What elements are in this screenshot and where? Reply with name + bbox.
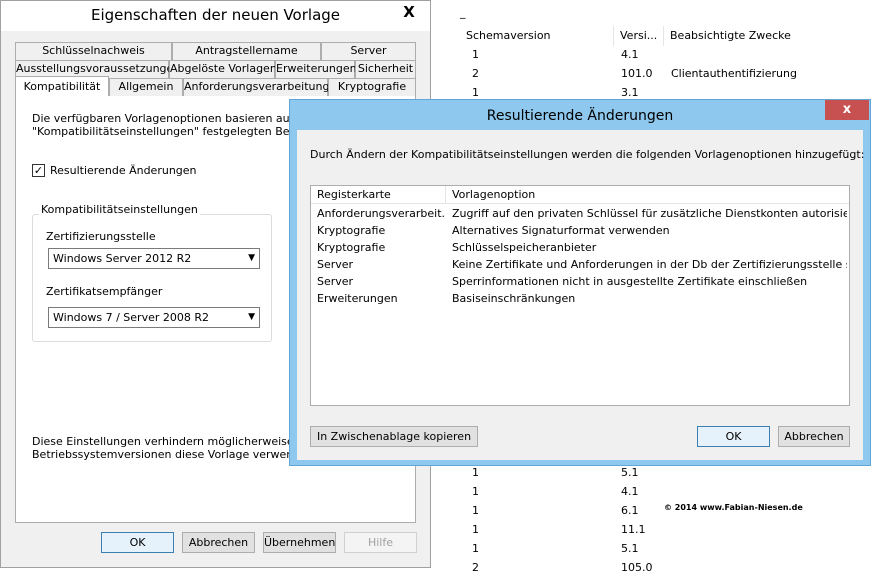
column-header-schema[interactable]: Schemaversion [460,26,614,46]
ok-button[interactable]: OK [101,532,174,553]
recipient-label: Zertifikatsempfänger [46,285,163,298]
tab-server[interactable]: Server [321,42,416,60]
list-row[interactable]: 1 5.1 [432,539,873,558]
item-tab: Erweiterungen [317,292,398,305]
list-item[interactable]: Kryptografie Alternatives Signaturformat… [311,222,849,239]
resulting-changes-dialog: Resultierende Änderungen x Durch Ändern … [289,99,871,466]
ca-select[interactable]: Windows Server 2012 R2 ▼ [48,248,260,269]
dialog-titlebar[interactable]: Eigenschaften der neuen Vorlage X [1,1,430,31]
dialog-title: Resultierende Änderungen [486,108,674,124]
apply-button[interactable]: Übernehmen [263,532,336,553]
footer-note-line-2: Betriebssystemversionen diese Vorlage ve… [32,448,318,461]
tab-request-handling[interactable]: Anforderungsverarbeitung [183,78,329,96]
row-version: 6.1 [621,504,639,517]
close-button[interactable]: X [389,1,429,23]
row-version: 5.1 [621,542,639,555]
column-header-version[interactable]: Versi... [614,26,664,46]
row-schema: 1 [472,542,479,555]
ca-label: Zertifizierungsstelle [46,230,156,243]
column-header-tab[interactable]: Registerkarte [311,186,446,204]
item-option: Alternatives Signaturformat verwenden [452,224,670,237]
tab-general[interactable]: Allgemein [109,78,183,96]
list-dash: _ [460,6,466,19]
copyright-watermark: © 2014 www.Fabian-Niesen.de [664,503,803,512]
row-schema: 2 [472,67,479,80]
list-row[interactable]: 1 4.1 [432,45,873,64]
close-button[interactable]: x [825,100,869,120]
item-tab: Kryptografie [317,224,386,237]
tab-cryptography[interactable]: Kryptografie [328,78,416,96]
intro-text: Durch Ändern der Kompatibilitätseinstell… [310,148,865,161]
ca-select-value: Windows Server 2012 R2 [53,252,192,265]
row-version: 4.1 [621,485,639,498]
list-item[interactable]: Server Keine Zertifikate und Anforderung… [311,256,849,273]
row-schema: 1 [472,504,479,517]
cancel-button[interactable]: Abbrechen [182,532,255,553]
row-version: 101.0 [621,67,653,80]
list-row[interactable]: 1 4.1 [432,482,873,501]
recipient-select-value: Windows 7 / Server 2008 R2 [53,311,209,324]
row-version: 11.1 [621,523,646,536]
help-button[interactable]: Hilfe [344,532,417,553]
row-version: 4.1 [621,48,639,61]
item-option: Basiseinschränkungen [452,292,576,305]
resulting-changes-checkbox[interactable]: ✓ [32,164,45,177]
tab-row-1: Schlüsselnachweis Antragstellername Serv… [15,42,416,60]
item-option: Zugriff auf den privaten Schlüssel für z… [452,207,847,220]
copy-to-clipboard-button[interactable]: In Zwischenablage kopieren [310,426,478,447]
tab-key-attestation[interactable]: Schlüsselnachweis [15,42,172,60]
tab-superseded-templates[interactable]: Abgelöste Vorlagen [169,60,277,78]
dialog-title: Eigenschaften der neuen Vorlage [90,6,341,24]
chevron-down-icon: ▼ [248,312,255,322]
row-purpose: Clientauthentifizierung [671,67,797,80]
list-row[interactable]: 1 11.1 [432,520,873,539]
tab-subject-name[interactable]: Antragstellername [172,42,321,60]
item-tab: Anforderungsverarbeit... [317,207,444,220]
item-tab: Server [317,275,354,288]
list-row[interactable]: 1 6.1 [432,501,873,520]
list-item[interactable]: Anforderungsverarbeit... Zugriff auf den… [311,205,849,222]
item-option: Schlüsselspeicheranbieter [452,241,597,254]
tab-compatibility[interactable]: Kompatibilität [15,76,109,96]
list-row[interactable]: 2 101.0 Clientauthentifizierung [432,64,873,83]
recipient-select[interactable]: Windows 7 / Server 2008 R2 ▼ [48,307,260,328]
list-toolbar-area: _ [432,0,873,26]
item-tab: Kryptografie [317,241,386,254]
tab-security[interactable]: Sicherheit [355,60,416,78]
list-header: Registerkarte Vorlagenoption [311,186,849,204]
item-tab: Server [317,258,354,271]
dialog-client-area: Durch Ändern der Kompatibilitätseinstell… [297,130,865,460]
list-item[interactable]: Server Sperrinformationen nicht in ausge… [311,273,849,290]
row-schema: 1 [472,485,479,498]
tab-row-3: Kompatibilität Allgemein Anforderungsver… [15,76,416,96]
cancel-button[interactable]: Abbrechen [778,426,850,447]
column-header-option[interactable]: Vorlagenoption [446,186,849,204]
item-option: Sperrinformationen nicht in ausgestellte… [452,275,808,288]
list-header: Schemaversion Versi... Beabsichtigte Zwe… [432,26,873,46]
row-schema: 1 [472,523,479,536]
list-item[interactable]: Kryptografie Schlüsselspeicheranbieter [311,239,849,256]
ok-button[interactable]: OK [697,426,770,447]
list-item[interactable]: Erweiterungen Basiseinschränkungen [311,290,849,307]
item-option: Keine Zertifikate und Anforderungen in d… [452,258,847,271]
group-label: Kompatibilitätseinstellungen [39,203,200,216]
tab-extensions[interactable]: Erweiterungen [275,60,357,78]
resulting-changes-label[interactable]: Resultierende Änderungen [50,164,197,177]
changes-list[interactable]: Registerkarte Vorlagenoption Anforderung… [310,185,850,406]
row-schema: 1 [472,48,479,61]
chevron-down-icon: ▼ [248,253,255,263]
column-header-purpose[interactable]: Beabsichtigte Zwecke [664,26,873,46]
